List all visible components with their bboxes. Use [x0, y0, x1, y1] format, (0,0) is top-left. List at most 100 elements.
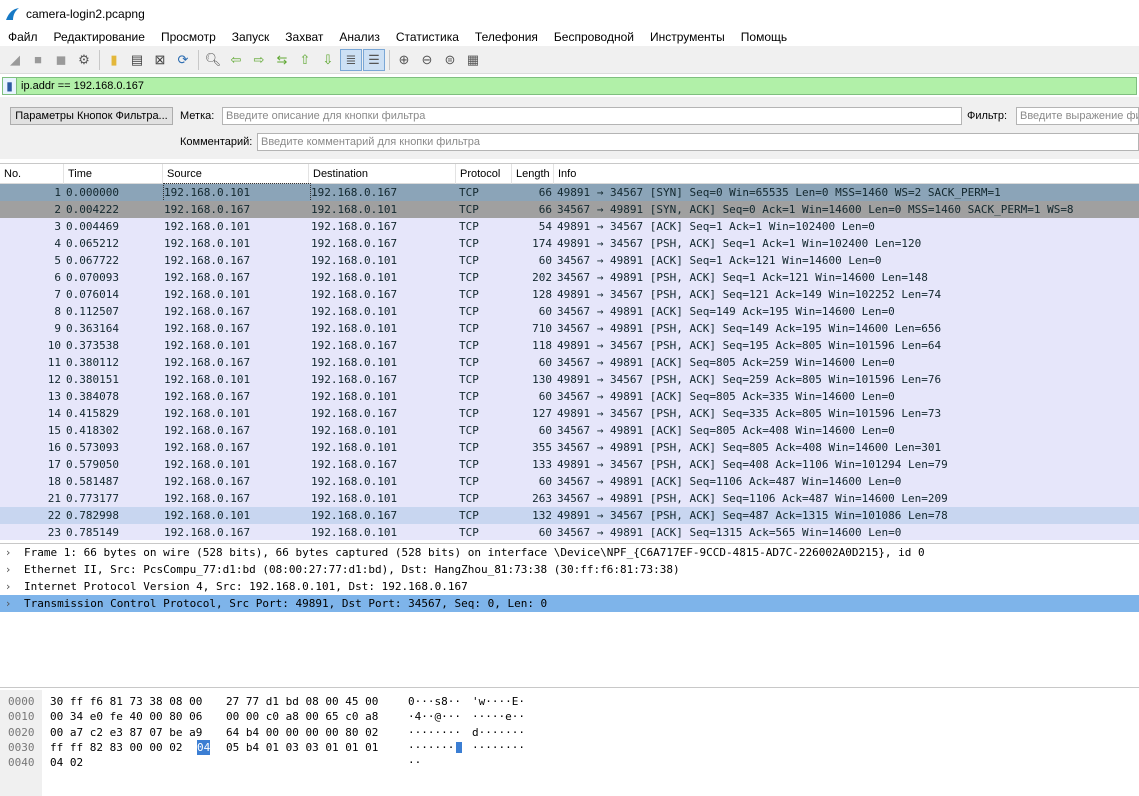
display-filter-input[interactable]: ip.addr == 192.168.0.167	[17, 80, 144, 92]
packet-row[interactable]: 16 0.573093 192.168.0.167 192.168.0.101 TCP 3…	[0, 439, 1139, 456]
cell-proto: TCP	[459, 441, 479, 454]
packet-bytes-pane[interactable]: 0000 30 ff f6 81 73 38 08 00 27 77 d1 bd 0…	[0, 690, 1139, 796]
go-forward-icon[interactable]: ⇨	[248, 49, 270, 71]
cell-src: 192.168.0.167	[164, 305, 251, 318]
menu-item-3[interactable]: Запуск	[232, 30, 270, 44]
expand-arrow-icon[interactable]: ›	[6, 595, 10, 612]
cell-time: 0.782998	[66, 509, 119, 522]
last-packet-icon[interactable]: ⇩	[317, 49, 339, 71]
packet-row[interactable]: 14 0.415829 192.168.0.101 192.168.0.167 TCP 1…	[0, 405, 1139, 422]
expand-arrow-icon[interactable]: ›	[6, 578, 10, 595]
packet-details-pane[interactable]: › Frame 1: 66 bytes on wire (528 bits), 6…	[0, 543, 1139, 688]
menu-item-5[interactable]: Анализ	[339, 30, 380, 44]
hex-byte-highlight[interactable]: 04	[197, 739, 211, 755]
close-file-icon[interactable]: ⊠	[149, 49, 171, 71]
packet-row[interactable]: 18 0.581487 192.168.0.167 192.168.0.101 TCP 6…	[0, 473, 1139, 490]
filter-button-params-button[interactable]: Параметры Кнопок Фильтра...	[10, 107, 173, 125]
bookmark-icon[interactable]: ▮	[3, 78, 17, 94]
detail-tree-item[interactable]: › Transmission Control Protocol, Src Port…	[0, 595, 1139, 612]
menu-item-8[interactable]: Беспроводной	[554, 30, 634, 44]
stop-capture-icon[interactable]: ■	[27, 49, 49, 71]
column-header-time[interactable]: Time	[64, 164, 163, 184]
open-file-icon[interactable]: ▮	[103, 49, 125, 71]
packet-row[interactable]: 1 0.000000 192.168.0.101 192.168.0.167 TCP 66…	[0, 183, 1139, 202]
column-header-length[interactable]: Length	[512, 164, 554, 184]
menu-item-4[interactable]: Захват	[285, 30, 323, 44]
cell-src: 192.168.0.101	[164, 339, 251, 352]
colorize-icon[interactable]: ☰	[363, 48, 385, 71]
cell-src: 192.168.0.167	[164, 492, 251, 505]
packet-row[interactable]: 23 0.785149 192.168.0.167 192.168.0.101 TCP 6…	[0, 524, 1139, 540]
display-filter-bar[interactable]: ▮ ip.addr == 192.168.0.167	[2, 77, 1137, 95]
menu-item-0[interactable]: Файл	[8, 30, 38, 44]
reload-file-icon[interactable]: ⟳	[172, 49, 194, 71]
hex-bytes: 64 b4 00 00 00 00 80 02	[226, 725, 379, 739]
packet-row[interactable]: 17 0.579050 192.168.0.101 192.168.0.167 TCP 1…	[0, 456, 1139, 473]
first-packet-icon[interactable]: ⇧	[294, 49, 316, 71]
resize-columns-icon[interactable]: ▦	[462, 49, 484, 71]
packet-row[interactable]: 22 0.782998 192.168.0.101 192.168.0.167 TCP 1…	[0, 507, 1139, 524]
cell-info: 34567 → 49891 [ACK] Seq=1 Ack=121 Win=14…	[557, 254, 882, 267]
cell-dst: 192.168.0.101	[311, 203, 398, 216]
packet-row[interactable]: 6 0.070093 192.168.0.167 192.168.0.101 TCP 20…	[0, 269, 1139, 286]
cell-info: 49891 → 34567 [PSH, ACK] Seq=335 Ack=805…	[557, 407, 942, 420]
packet-row[interactable]: 13 0.384078 192.168.0.167 192.168.0.101 TCP 6…	[0, 388, 1139, 405]
cell-info: 34567 → 49891 [PSH, ACK] Seq=805 Ack=408…	[557, 441, 942, 454]
packet-row[interactable]: 15 0.418302 192.168.0.167 192.168.0.101 TCP 6…	[0, 422, 1139, 439]
go-to-packet-icon[interactable]: ⇆	[271, 49, 293, 71]
menu-item-7[interactable]: Телефония	[475, 30, 538, 44]
cell-no: 11	[47, 356, 61, 369]
zoom-out-icon[interactable]: ⊖	[416, 49, 438, 71]
menu-item-1[interactable]: Редактирование	[54, 30, 145, 44]
comment-input[interactable]: Введите комментарий для кнопки фильтра	[257, 133, 1139, 151]
packet-row[interactable]: 2 0.004222 192.168.0.167 192.168.0.101 TCP 66…	[0, 201, 1139, 218]
column-header-no[interactable]: No.	[0, 164, 64, 184]
autoscroll-icon[interactable]: ≣	[340, 48, 362, 71]
menu-item-6[interactable]: Статистика	[396, 30, 459, 44]
go-back-icon[interactable]: ⇦	[225, 49, 247, 71]
expand-arrow-icon[interactable]: ›	[6, 561, 10, 578]
detail-text: Internet Protocol Version 4, Src: 192.16…	[24, 580, 468, 593]
start-capture-icon[interactable]: ◢	[4, 49, 26, 71]
comment-label: Комментарий:	[180, 136, 253, 148]
label-input[interactable]: Введите описание для кнопки фильтра	[222, 107, 962, 125]
cell-proto: TCP	[459, 458, 479, 471]
packet-row[interactable]: 5 0.067722 192.168.0.167 192.168.0.101 TCP 60…	[0, 252, 1139, 269]
menu-item-10[interactable]: Помощь	[741, 30, 787, 44]
packet-row[interactable]: 12 0.380151 192.168.0.101 192.168.0.167 TCP 1…	[0, 371, 1139, 388]
save-file-icon[interactable]: ▤	[126, 49, 148, 71]
packet-row[interactable]: 3 0.004469 192.168.0.101 192.168.0.167 TCP 54…	[0, 218, 1139, 235]
cell-dst: 192.168.0.101	[311, 305, 398, 318]
cell-no: 1	[54, 186, 61, 199]
menu-item-9[interactable]: Инструменты	[650, 30, 725, 44]
menu-item-2[interactable]: Просмотр	[161, 30, 216, 44]
packet-row[interactable]: 11 0.380112 192.168.0.167 192.168.0.101 TCP 6…	[0, 354, 1139, 371]
packet-row[interactable]: 10 0.373538 192.168.0.101 192.168.0.167 TCP 1…	[0, 337, 1139, 354]
packet-row[interactable]: 7 0.076014 192.168.0.101 192.168.0.167 TCP 12…	[0, 286, 1139, 303]
detail-tree-item[interactable]: › Internet Protocol Version 4, Src: 192.1…	[0, 578, 1139, 595]
column-header-destination[interactable]: Destination	[309, 164, 456, 184]
cell-src: 192.168.0.167	[164, 424, 251, 437]
zoom-normal-icon[interactable]: ⊜	[439, 49, 461, 71]
filter-expression-input[interactable]: Введите выражение фильтра	[1016, 107, 1139, 125]
packet-list[interactable]: No. Time Source Destination Protocol Len…	[0, 163, 1139, 540]
capture-options-icon[interactable]: ⚙	[73, 49, 95, 71]
cell-no: 5	[54, 254, 61, 267]
restart-capture-icon[interactable]: ◼	[50, 49, 72, 71]
cell-time: 0.004469	[66, 220, 119, 233]
packet-row[interactable]: 4 0.065212 192.168.0.101 192.168.0.167 TCP 17…	[0, 235, 1139, 252]
packet-row[interactable]: 8 0.112507 192.168.0.167 192.168.0.101 TCP 60…	[0, 303, 1139, 320]
cell-time: 0.067722	[66, 254, 119, 267]
cell-dst: 192.168.0.167	[311, 339, 398, 352]
zoom-in-icon[interactable]: ⊕	[393, 49, 415, 71]
column-header-info[interactable]: Info	[554, 164, 1139, 184]
packet-row[interactable]: 21 0.773177 192.168.0.167 192.168.0.101 TCP 2…	[0, 490, 1139, 507]
detail-tree-item[interactable]: › Frame 1: 66 bytes on wire (528 bits), 6…	[0, 544, 1139, 561]
packet-row[interactable]: 9 0.363164 192.168.0.167 192.168.0.101 TCP 71…	[0, 320, 1139, 337]
expand-arrow-icon[interactable]: ›	[6, 544, 10, 561]
column-header-protocol[interactable]: Protocol	[456, 164, 512, 184]
cell-len: 202	[532, 271, 552, 284]
column-header-source[interactable]: Source	[163, 164, 309, 184]
detail-tree-item[interactable]: › Ethernet II, Src: PcsCompu_77:d1:bd (08…	[0, 561, 1139, 578]
find-packet-icon[interactable]: 🔍︎	[202, 49, 224, 71]
